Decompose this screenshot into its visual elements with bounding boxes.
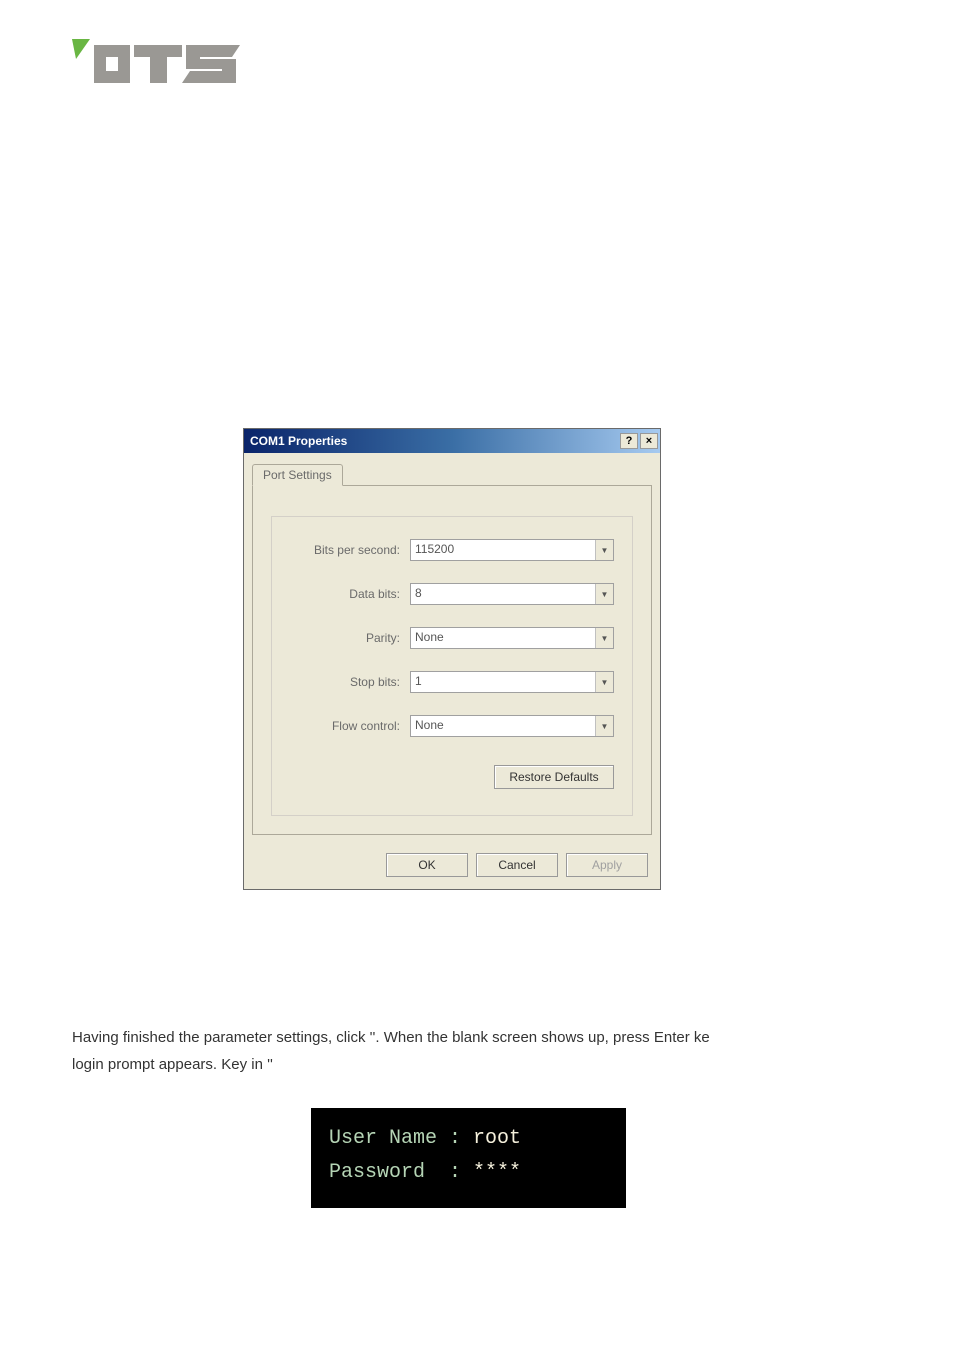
username-value: root bbox=[473, 1127, 521, 1150]
text-fragment: ' bbox=[270, 1056, 273, 1073]
text-fragment: '. When the blank screen shows up, press… bbox=[373, 1029, 710, 1046]
stop-bits-label: Stop bits: bbox=[290, 675, 400, 689]
stop-bits-select[interactable]: 1 ▼ bbox=[410, 671, 614, 693]
help-button[interactable]: ? bbox=[620, 433, 638, 449]
text-fragment: Having finished the parameter settings, … bbox=[72, 1029, 373, 1046]
parity-value: None bbox=[411, 628, 595, 648]
chevron-down-icon: ▼ bbox=[595, 716, 613, 736]
restore-defaults-button[interactable]: Restore Defaults bbox=[494, 765, 614, 789]
stop-bits-value: 1 bbox=[411, 672, 595, 692]
tab-panel: Bits per second: 115200 ▼ Data bits: 8 ▼… bbox=[252, 486, 652, 835]
ok-button[interactable]: OK bbox=[386, 853, 468, 877]
ots-logo bbox=[72, 35, 247, 95]
cancel-button[interactable]: Cancel bbox=[476, 853, 558, 877]
dialog-button-row: OK Cancel Apply bbox=[244, 843, 660, 889]
flow-control-select[interactable]: None ▼ bbox=[410, 715, 614, 737]
data-bits-select[interactable]: 8 ▼ bbox=[410, 583, 614, 605]
data-bits-label: Data bits: bbox=[290, 587, 400, 601]
chevron-down-icon: ▼ bbox=[595, 584, 613, 604]
flow-control-label: Flow control: bbox=[290, 719, 400, 733]
settings-fieldset: Bits per second: 115200 ▼ Data bits: 8 ▼… bbox=[271, 516, 633, 816]
instruction-text: Having finished the parameter settings, … bbox=[72, 1024, 882, 1078]
bits-per-second-select[interactable]: 115200 ▼ bbox=[410, 539, 614, 561]
flow-control-value: None bbox=[411, 716, 595, 736]
password-value: **** bbox=[473, 1161, 521, 1184]
username-label: User Name : bbox=[329, 1127, 473, 1150]
chevron-down-icon: ▼ bbox=[595, 672, 613, 692]
chevron-down-icon: ▼ bbox=[595, 540, 613, 560]
chevron-down-icon: ▼ bbox=[595, 628, 613, 648]
text-fragment: login prompt appears. Key in ' bbox=[72, 1056, 270, 1073]
parity-select[interactable]: None ▼ bbox=[410, 627, 614, 649]
parity-label: Parity: bbox=[290, 631, 400, 645]
bits-per-second-value: 115200 bbox=[411, 540, 595, 560]
terminal-screenshot: User Name : root Password : **** bbox=[311, 1108, 626, 1208]
password-label: Password : bbox=[329, 1161, 473, 1184]
dialog-title: COM1 Properties bbox=[250, 434, 347, 448]
tab-port-settings[interactable]: Port Settings bbox=[252, 464, 343, 486]
bits-per-second-label: Bits per second: bbox=[290, 543, 400, 557]
terminal-line: User Name : root bbox=[329, 1122, 608, 1156]
com1-properties-dialog: COM1 Properties ? × Port Settings Bits p… bbox=[243, 428, 661, 890]
tab-strip: Port Settings bbox=[252, 463, 652, 486]
close-button[interactable]: × bbox=[640, 433, 658, 449]
data-bits-value: 8 bbox=[411, 584, 595, 604]
apply-button[interactable]: Apply bbox=[566, 853, 648, 877]
terminal-line: Password : **** bbox=[329, 1156, 608, 1190]
titlebar: COM1 Properties ? × bbox=[244, 429, 660, 453]
